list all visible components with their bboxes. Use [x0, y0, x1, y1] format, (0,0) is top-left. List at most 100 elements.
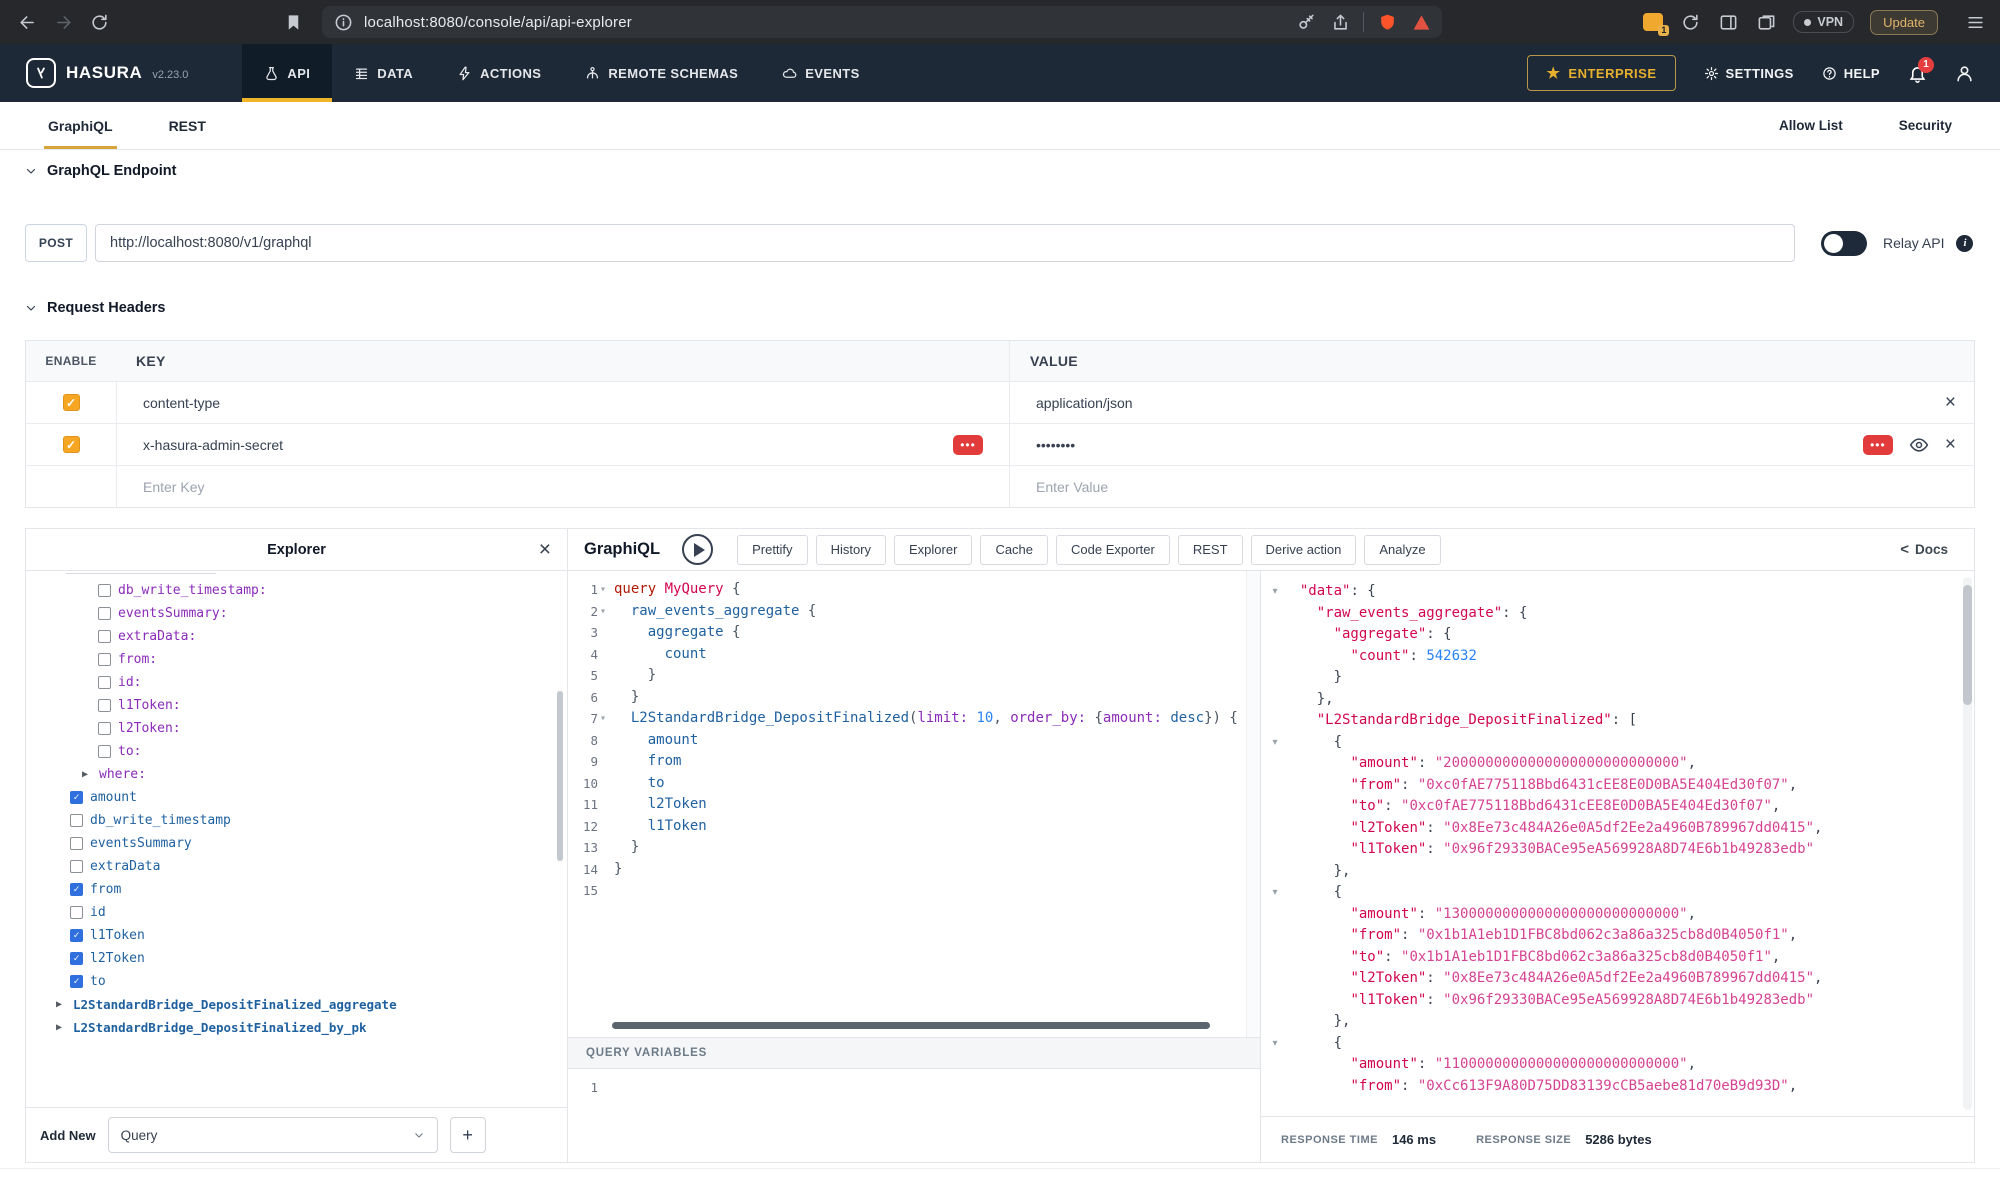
settings-button[interactable]: SETTINGS — [1704, 66, 1794, 81]
menu-icon[interactable] — [1964, 11, 1986, 33]
field-checkbox[interactable]: ✓ — [70, 975, 83, 988]
remove-header-icon[interactable]: × — [1945, 435, 1956, 454]
query-code-line[interactable]: l2Token — [614, 794, 1260, 816]
field-checkbox[interactable]: ✓ — [70, 929, 83, 942]
explorer-field[interactable]: ✓l2Token — [26, 947, 567, 970]
help-button[interactable]: HELP — [1822, 66, 1880, 81]
reload-icon[interactable] — [88, 11, 110, 33]
analyze-button[interactable]: Analyze — [1364, 535, 1440, 565]
explorer-scrollbar[interactable] — [557, 691, 563, 861]
derive-action-button[interactable]: Derive action — [1251, 535, 1357, 565]
security-link[interactable]: Security — [1899, 118, 1952, 133]
value-input[interactable]: Enter Value — [1036, 479, 1108, 495]
reveal-secret-icon[interactable] — [1909, 435, 1929, 455]
cache-button[interactable]: Cache — [980, 535, 1048, 565]
nav-item-api[interactable]: API — [242, 44, 332, 102]
add-new-select[interactable]: Query — [108, 1117, 438, 1153]
query-code-line[interactable]: } — [614, 837, 1260, 859]
nav-item-data[interactable]: DATA — [332, 44, 435, 102]
header-value[interactable]: •••••••• — [1036, 437, 1075, 453]
argument-checkbox[interactable] — [98, 699, 111, 712]
explorer-argument[interactable]: l2Token: — [26, 717, 567, 740]
response-viewer[interactable]: ▾ "data": {▾ "raw_events_aggregate": {▾ … — [1261, 571, 1974, 1116]
field-checkbox[interactable]: ✓ — [70, 791, 83, 804]
explorer-root-field[interactable]: ▶L2StandardBridge_DepositFinalized_aggre… — [26, 993, 567, 1016]
site-info-icon[interactable] — [332, 11, 354, 33]
code-exporter-button[interactable]: Code Exporter — [1056, 535, 1170, 565]
explorer-root-field[interactable]: ▶L2StandardBridge_DepositFinalized_by_pk — [26, 1016, 567, 1039]
explorer-field[interactable]: ✓l1Token — [26, 924, 567, 947]
argument-checkbox[interactable] — [98, 653, 111, 666]
query-code-line[interactable]: } — [614, 665, 1260, 687]
info-icon[interactable]: i — [1956, 235, 1973, 252]
enable-checkbox[interactable]: ✓ — [63, 436, 80, 453]
query-code-line[interactable]: l1Token — [614, 816, 1260, 838]
header-value[interactable]: application/json — [1036, 395, 1133, 411]
add-operation-button[interactable]: + — [450, 1117, 486, 1153]
fold-icon[interactable]: ▾ — [1267, 737, 1283, 748]
field-checkbox[interactable]: ✓ — [70, 952, 83, 965]
argument-checkbox[interactable] — [98, 722, 111, 735]
fold-icon[interactable]: ▾ — [1267, 1038, 1283, 1049]
explorer-field[interactable]: ✓amount — [26, 786, 567, 809]
query-code-line[interactable]: } — [614, 687, 1260, 709]
update-button[interactable]: Update — [1870, 10, 1938, 35]
field-checkbox[interactable] — [70, 814, 83, 827]
query-code-line[interactable]: } — [614, 859, 1260, 881]
allow-list-link[interactable]: Allow List — [1779, 118, 1843, 133]
share-icon[interactable] — [1329, 11, 1351, 33]
sidebar-toggle-icon[interactable] — [1717, 11, 1739, 33]
endpoint-url-input[interactable] — [95, 224, 1795, 262]
field-checkbox[interactable] — [70, 837, 83, 850]
field-checkbox[interactable] — [70, 906, 83, 919]
tab-view-icon[interactable] — [1755, 11, 1777, 33]
fold-icon[interactable]: ▾ — [600, 584, 610, 595]
query-variables-header[interactable]: QUERY VARIABLES — [568, 1037, 1260, 1069]
nav-item-events[interactable]: EVENTS — [760, 44, 881, 102]
nav-item-remote-schemas[interactable]: REMOTE SCHEMAS — [563, 44, 760, 102]
query-code-line[interactable]: raw_events_aggregate { — [614, 601, 1260, 623]
remove-header-icon[interactable]: × — [1945, 393, 1956, 412]
notifications-button[interactable]: 1 — [1908, 64, 1927, 83]
editor-horizontal-scrollbar[interactable] — [612, 1022, 1210, 1029]
query-code-line[interactable]: to — [614, 773, 1260, 795]
headers-section-header[interactable]: Request Headers — [25, 300, 165, 316]
editor-code[interactable]: query MyQuery { raw_events_aggregate { a… — [614, 579, 1260, 1037]
sync-icon[interactable] — [1679, 11, 1701, 33]
endpoint-section-header[interactable]: GraphQL Endpoint — [25, 163, 176, 179]
query-code-line[interactable]: query MyQuery { — [614, 579, 1260, 601]
argument-checkbox[interactable] — [98, 607, 111, 620]
query-code-line[interactable]: L2StandardBridge_DepositFinalized(limit:… — [614, 708, 1260, 730]
key-input[interactable]: Enter Key — [143, 479, 204, 495]
execute-query-button[interactable] — [682, 534, 713, 565]
hasura-logo[interactable]: HASURA v2.23.0 — [0, 44, 202, 102]
explorer-argument[interactable]: from: — [26, 648, 567, 671]
fold-icon[interactable]: ▾ — [600, 606, 610, 617]
argument-checkbox[interactable] — [98, 630, 111, 643]
tab-rest[interactable]: REST — [165, 102, 210, 149]
header-key[interactable]: content-type — [143, 395, 220, 411]
url-text[interactable]: localhost:8080/console/api/api-explorer — [364, 14, 632, 31]
shield-icon[interactable] — [1376, 11, 1398, 33]
query-code-line[interactable]: aggregate { — [614, 622, 1260, 644]
relay-api-toggle[interactable] — [1821, 231, 1867, 256]
query-code-line[interactable]: from — [614, 751, 1260, 773]
explorer-argument[interactable]: l1Token: — [26, 694, 567, 717]
field-checkbox[interactable]: ✓ — [70, 883, 83, 896]
nav-item-actions[interactable]: ACTIONS — [435, 44, 563, 102]
query-code-line[interactable]: amount — [614, 730, 1260, 752]
vpn-badge[interactable]: VPN — [1793, 11, 1854, 33]
fold-icon[interactable]: ▾ — [600, 713, 610, 724]
argument-checkbox[interactable] — [98, 676, 111, 689]
back-icon[interactable] — [16, 11, 38, 33]
password-manager-icon[interactable]: ••• — [953, 435, 983, 455]
explorer-argument[interactable]: db_write_timestamp: — [26, 579, 567, 602]
query-code-line[interactable]: count — [614, 644, 1260, 666]
response-scrollbar-thumb[interactable] — [1963, 585, 1972, 705]
explorer-argument-where[interactable]: ▶where: — [26, 763, 567, 786]
extension-icon[interactable]: 1 — [1643, 13, 1663, 31]
tab-graphiql[interactable]: GraphiQL — [44, 102, 117, 149]
explorer-field[interactable]: ✓to — [26, 970, 567, 993]
explorer-field[interactable]: extraData — [26, 855, 567, 878]
fold-icon[interactable]: ▾ — [1267, 586, 1283, 597]
